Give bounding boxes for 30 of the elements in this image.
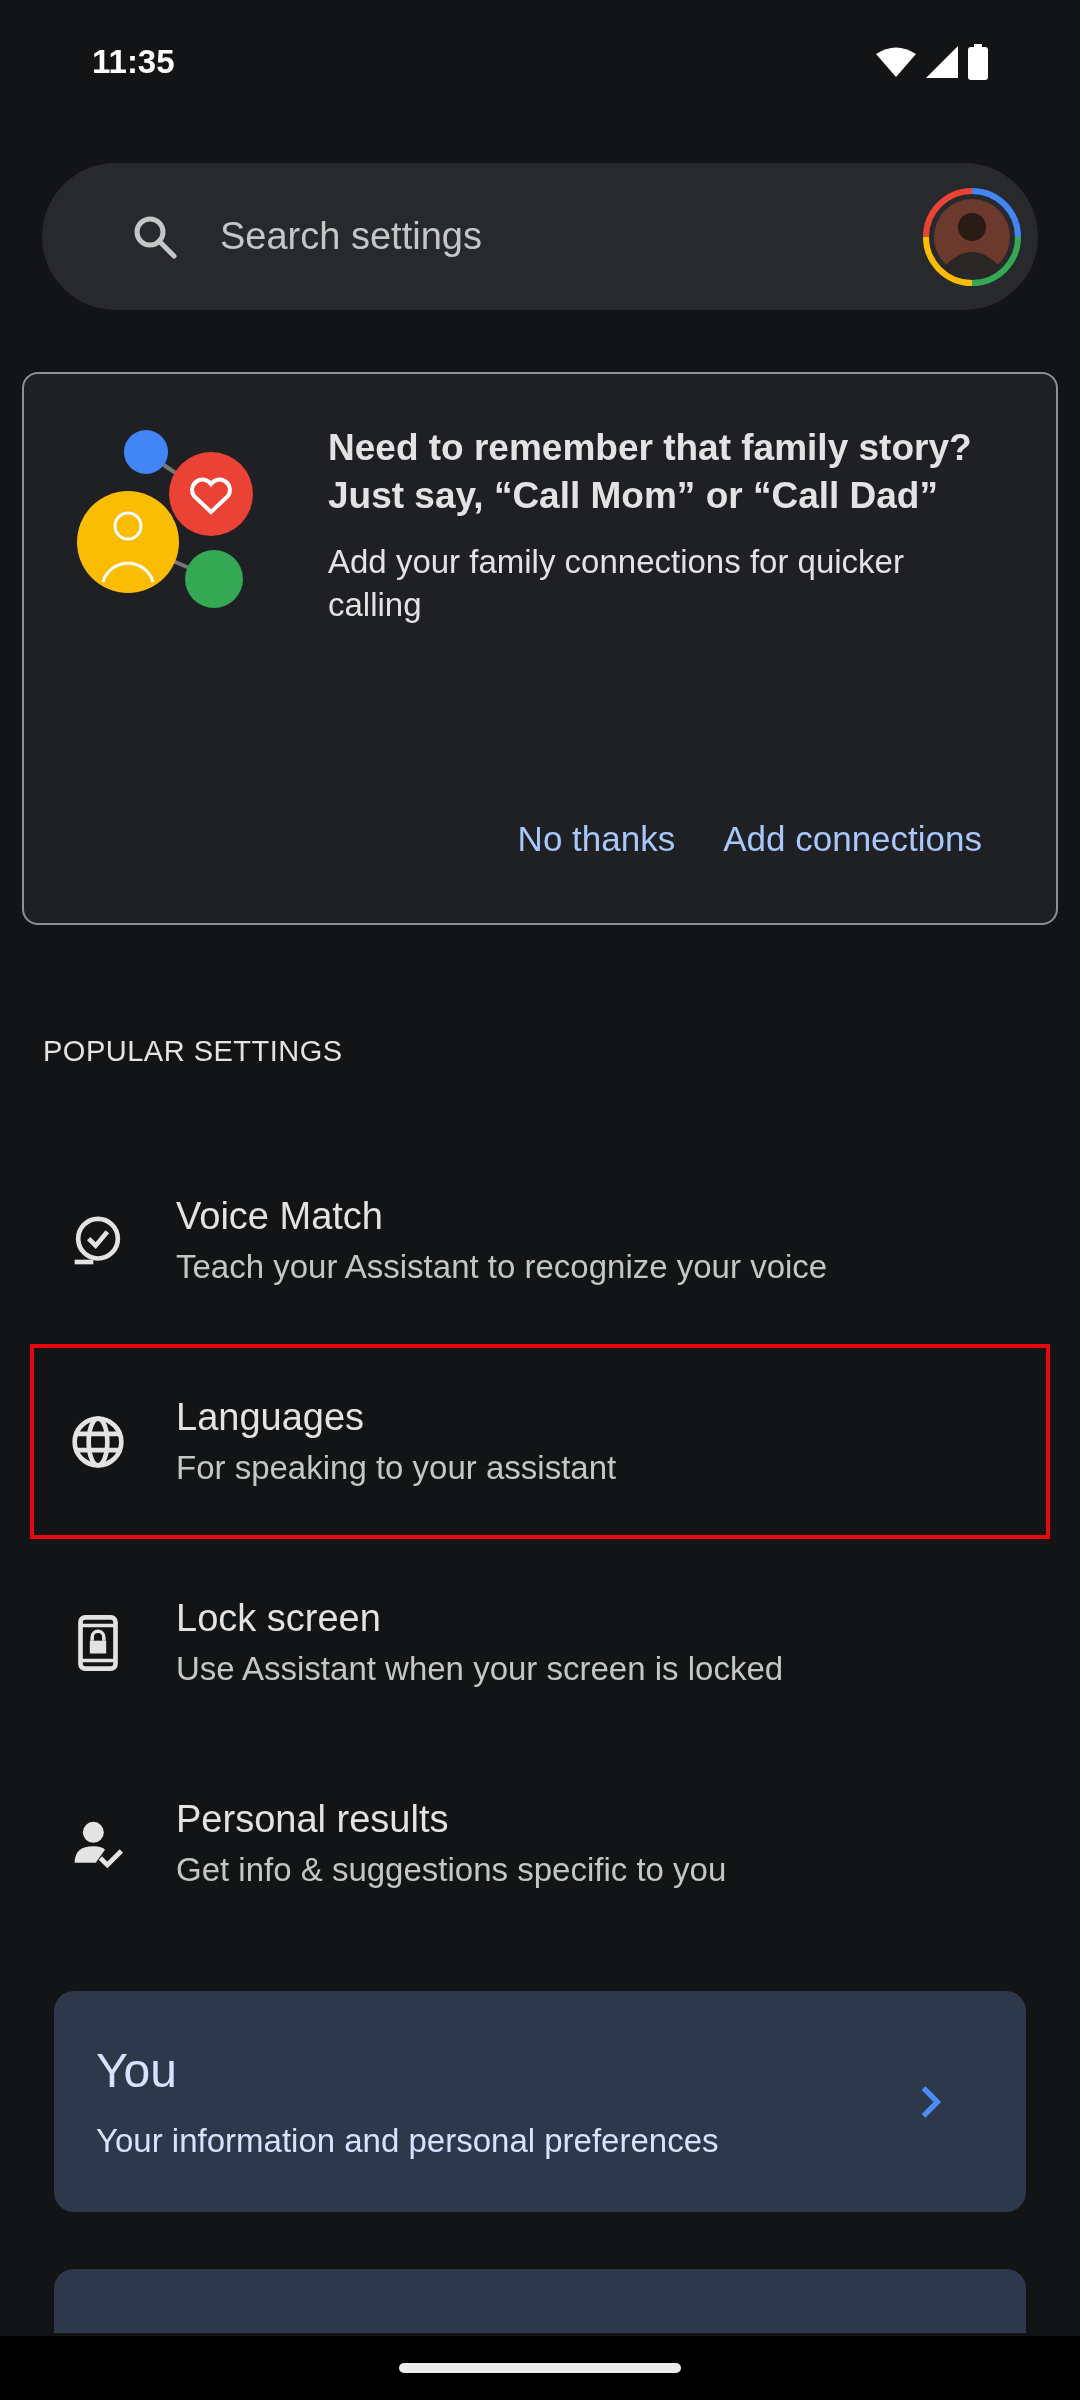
card-subtitle: Your information and personal preferences — [96, 2122, 719, 2160]
setting-title: Languages — [176, 1396, 366, 1439]
globe-icon — [70, 1413, 126, 1470]
setting-item[interactable]: Personal results Get info & suggestions specific to you — [30, 1746, 1050, 1941]
setting-subtitle: Teach your Assistant to recognize your voice — [176, 1248, 828, 1286]
card-title: You — [96, 2043, 178, 2098]
setting-title: Voice Match — [176, 1195, 384, 1238]
promo-title: Need to remember that family story? Just say, “Call Mom” or “Call Dad” — [328, 426, 973, 518]
chevron-right-icon — [920, 2084, 942, 2119]
setting-item[interactable]: Lock screen Use Assistant when your screen is locked — [30, 1545, 1050, 1740]
avatar-icon[interactable] — [922, 186, 1022, 287]
signal-icon — [926, 46, 958, 78]
promo-description: Add your family connections for quicker calling — [328, 542, 905, 625]
dismiss-button[interactable]: No thanks — [513, 815, 680, 863]
setting-subtitle: Use Assistant when your screen is locked — [176, 1650, 784, 1688]
setting-subtitle: Get info & suggestions specific to you — [176, 1851, 727, 1889]
home-handle[interactable] — [399, 2363, 681, 2373]
category-card[interactable] — [54, 2269, 1026, 2333]
category-card[interactable]: You Your information and personal preferences — [54, 1991, 1026, 2212]
setting-title: Personal results — [176, 1798, 450, 1841]
wifi-icon — [876, 47, 916, 77]
battery-icon — [968, 44, 988, 80]
setting-subtitle: For speaking to your assistant — [176, 1449, 617, 1487]
add-connections-button[interactable]: Add connections — [719, 815, 986, 863]
section-header: POPULAR SETTINGS — [43, 1035, 344, 1068]
search-field[interactable]: Search settings — [218, 214, 882, 259]
setting-item[interactable]: Languages For speaking to your assistant — [30, 1344, 1050, 1539]
status-time: 11:35 — [92, 43, 175, 81]
setting-title: Lock screen — [176, 1597, 382, 1640]
setting-item[interactable]: Voice Match Teach your Assistant to recognize your voice — [30, 1143, 1050, 1338]
